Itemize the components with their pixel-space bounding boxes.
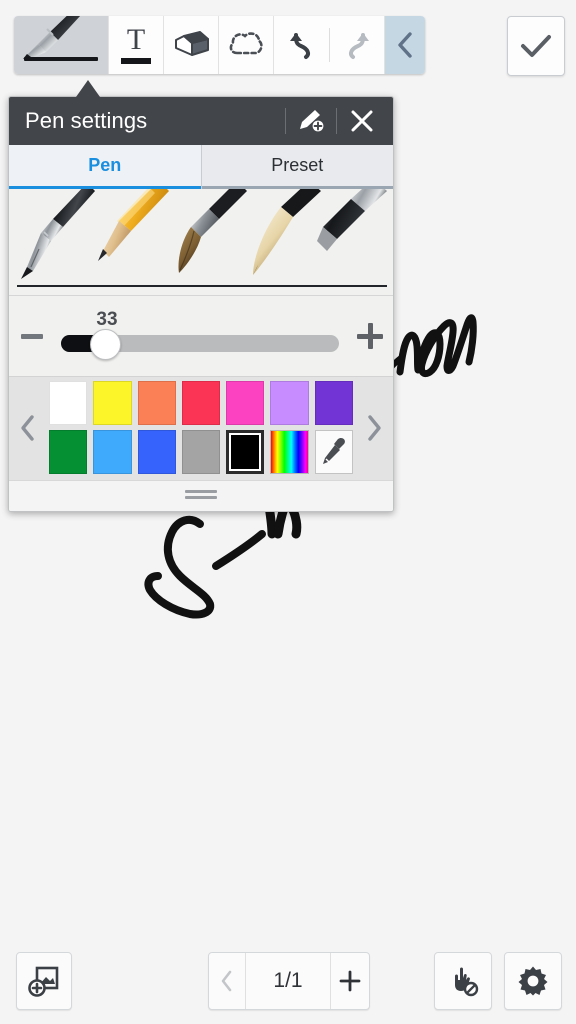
color-swatch-pink[interactable] <box>226 381 265 425</box>
color-swatch-purple[interactable] <box>314 381 353 425</box>
size-increase-button[interactable] <box>347 323 393 349</box>
pen-type-selector <box>9 179 393 296</box>
pencil-icon <box>98 181 169 261</box>
ink-stroke-new <box>387 314 477 378</box>
color-swatch-orange[interactable] <box>137 381 176 425</box>
close-x-icon <box>351 110 373 132</box>
confirm-button[interactable] <box>507 16 565 76</box>
color-palette <box>9 376 393 480</box>
collapse-toolbar-button[interactable] <box>385 16 425 74</box>
pen-settings-tabs: Pen Preset <box>9 145 393 189</box>
undo-arrow-icon <box>289 33 310 59</box>
plus-icon <box>357 323 383 349</box>
eraser-tool-button[interactable] <box>164 16 219 74</box>
calligraphy-brush-icon <box>253 181 321 275</box>
page-navigation: 1/1 <box>208 952 370 1010</box>
tab-preset-label: Preset <box>271 155 324 175</box>
close-panel-button[interactable] <box>339 98 385 144</box>
color-swatch-green[interactable] <box>49 430 88 474</box>
chevron-left-icon <box>21 414 34 441</box>
pen-type-marker-pen[interactable] <box>317 179 393 289</box>
tab-preset[interactable]: Preset <box>201 145 393 189</box>
color-swatch-blue[interactable] <box>137 430 176 474</box>
fountain-pen-icon <box>21 183 95 279</box>
palm-rejection-button[interactable] <box>434 952 492 1010</box>
add-image-button[interactable] <box>16 952 72 1010</box>
pen-type-paint-brush[interactable] <box>173 181 249 289</box>
ink-stroke-signature <box>144 495 302 619</box>
header-divider-1 <box>285 108 286 134</box>
drag-handle-icon <box>185 490 217 502</box>
minus-icon <box>21 333 43 339</box>
top-toolbar: T <box>14 16 425 74</box>
text-underline-indicator <box>121 58 151 64</box>
pen-type-calligraphy-brush[interactable] <box>247 181 323 289</box>
pen-type-pencil[interactable] <box>97 181 173 289</box>
paint-brush-icon <box>178 181 247 273</box>
marker-pen-icon <box>317 179 387 251</box>
bottom-bar: 1/1 <box>0 940 576 1024</box>
page-indicator: 1/1 <box>246 953 331 1009</box>
color-swatch-red[interactable] <box>181 381 221 425</box>
page-add-button[interactable] <box>331 953 369 1009</box>
panel-pointer-caret <box>76 80 100 97</box>
pen-size-row: 33 <box>9 296 393 376</box>
redo-arrow-icon <box>348 33 369 59</box>
undo-redo-group <box>274 16 385 74</box>
header-divider-2 <box>336 108 337 134</box>
plus-icon <box>339 970 361 992</box>
pen-size-slider[interactable]: 33 <box>57 309 345 360</box>
pen-type-fountain-pen[interactable] <box>19 183 95 289</box>
pen-icon <box>23 16 81 59</box>
color-swatch-white[interactable] <box>49 381 88 425</box>
pen-tool-button[interactable] <box>14 16 109 74</box>
page-prev-button[interactable] <box>209 953 246 1009</box>
eyedropper-icon <box>322 437 345 464</box>
text-tool-button[interactable]: T <box>109 16 164 74</box>
text-t-icon: T <box>126 23 146 56</box>
chevron-left-icon <box>221 970 232 992</box>
tab-pen[interactable]: Pen <box>9 145 201 189</box>
checkmark-icon <box>521 35 551 57</box>
palette-next-button[interactable] <box>355 413 393 443</box>
color-swatch-grid <box>47 381 355 474</box>
color-swatch-light-blue[interactable] <box>93 430 132 474</box>
add-image-icon <box>28 966 59 997</box>
gear-icon <box>518 966 548 996</box>
undo-button[interactable] <box>275 30 329 60</box>
color-swatch-spectrum[interactable] <box>270 430 309 474</box>
slider-thumb[interactable] <box>90 329 121 360</box>
pen-stroke-indicator <box>24 57 98 61</box>
pen-settings-title: Pen settings <box>25 108 148 133</box>
color-swatch-yellow[interactable] <box>93 381 132 425</box>
palette-prev-button[interactable] <box>9 413 47 443</box>
pen-preview-baseline <box>17 285 387 287</box>
color-swatch-gray[interactable] <box>181 430 221 474</box>
eraser-icon <box>175 31 209 56</box>
color-swatch-black[interactable] <box>226 430 265 474</box>
color-swatch-light-purple[interactable] <box>270 381 309 425</box>
pen-settings-header: Pen settings <box>9 97 393 145</box>
hand-block-icon <box>455 967 479 997</box>
size-decrease-button[interactable] <box>9 333 55 339</box>
panel-drag-handle[interactable] <box>9 480 393 511</box>
select-tool-button[interactable] <box>219 16 274 74</box>
pen-size-value: 33 <box>96 309 118 330</box>
settings-button[interactable] <box>504 952 562 1010</box>
add-pen-button[interactable] <box>288 98 334 144</box>
pen-settings-panel: Pen settings Pen Preset 33 <box>8 96 394 512</box>
lasso-select-icon <box>229 32 263 55</box>
redo-button[interactable] <box>330 30 384 60</box>
canvas-area[interactable]: T Pen settings Pen Preset 33 1/1 <box>0 0 576 1024</box>
chevron-left-icon <box>398 32 412 58</box>
color-picker-eyedropper[interactable] <box>314 430 353 474</box>
chevron-right-icon <box>368 414 381 441</box>
tab-pen-label: Pen <box>88 155 122 175</box>
pen-plus-icon <box>300 110 324 132</box>
